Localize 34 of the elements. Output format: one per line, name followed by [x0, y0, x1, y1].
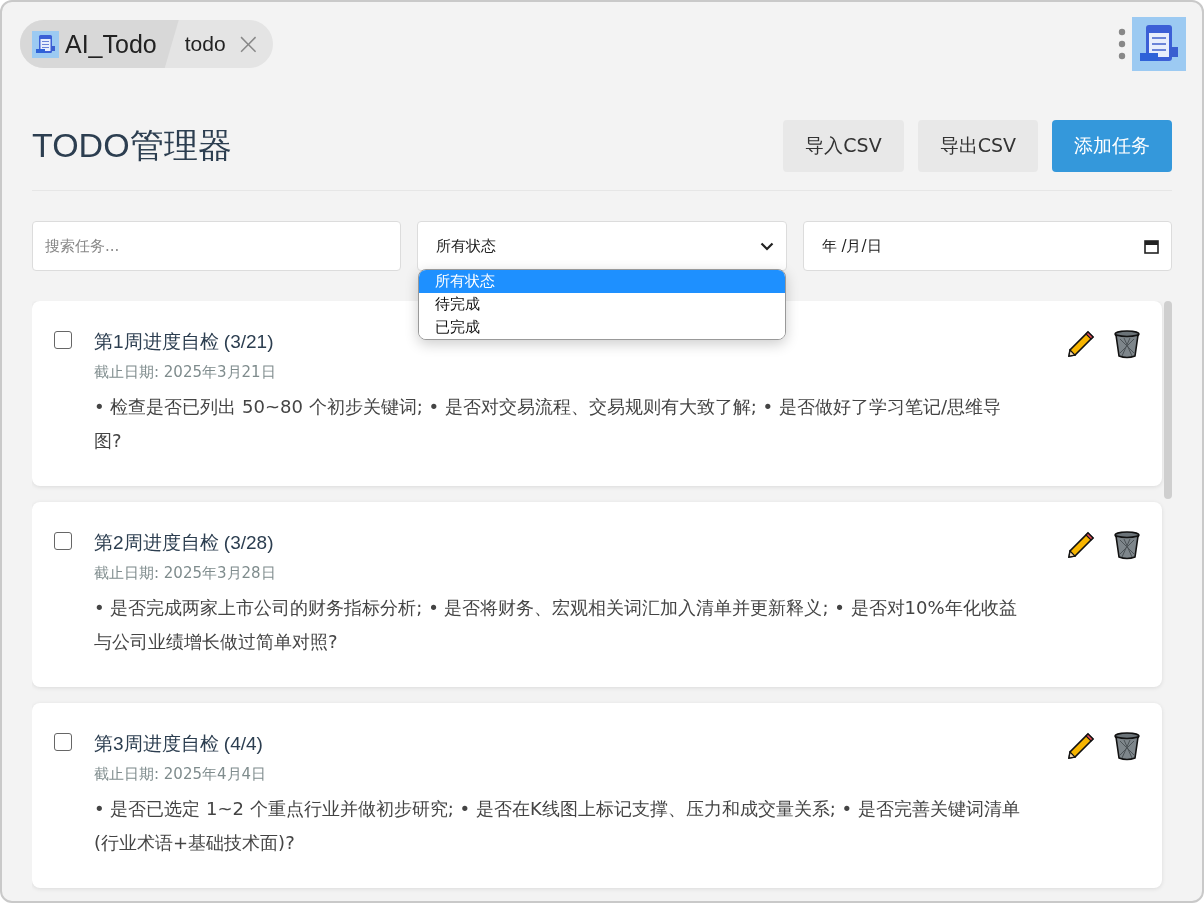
chevron-icon: [759, 241, 774, 251]
task-title: 第2周进度自检 (3/28): [94, 531, 274, 555]
page-tab[interactable]: todo ×: [178, 29, 273, 59]
due-date: 截止日期: 2025年3月28日: [94, 564, 277, 583]
more-icon[interactable]: [1118, 28, 1126, 60]
scrollbar-thumb[interactable]: [1164, 301, 1172, 499]
task-checkbox[interactable]: [54, 532, 72, 550]
task-checkbox[interactable]: [54, 733, 72, 751]
trash-icon[interactable]: [1112, 329, 1142, 359]
task-description: • 检查是否已列出 50~80 个初步关键词; • 是否对交易流程、交易规则有大致了解; • 是否做好了学习笔记/思维导图?: [94, 395, 1002, 453]
due-date: 截止日期: 2025年4月4日: [94, 765, 268, 784]
task-description: • 是否完成两家上市公司的财务指标分析; • 是否将财务、宏观相关词汇加入清单并更新释义; • 是否对10%年化收益与公司业绩增长做过简单对照?: [94, 596, 1018, 654]
date-field[interactable]: 年 /月/日: [802, 221, 1172, 271]
app-icon: [1132, 17, 1186, 71]
dropdown-option[interactable]: 已完成: [419, 316, 785, 339]
csv-button[interactable]: 导出CSV: [917, 120, 1038, 172]
csv-button[interactable]: 导入CSV: [783, 120, 904, 172]
page-title: TODO管理器: [32, 125, 232, 166]
due-date: 截止日期: 2025年3月21日: [94, 363, 277, 382]
pencil-icon[interactable]: [1066, 530, 1096, 560]
task-checkbox[interactable]: [54, 331, 72, 349]
task-title: 第3周进度自检 (4/4): [94, 732, 263, 756]
search-field[interactable]: 搜索任务...: [32, 221, 402, 271]
app-tab[interactable]: AI_Todo: [20, 20, 179, 68]
task-title: 第1周进度自检 (3/21): [94, 330, 274, 354]
trash-icon[interactable]: [1112, 530, 1142, 560]
dropdown-option[interactable]: 待完成: [419, 293, 785, 316]
pencil-icon[interactable]: [1066, 329, 1096, 359]
pencil-icon[interactable]: [1066, 731, 1096, 761]
task-description: • 是否已选定 1~2 个重点行业并做初步研究; • 是否在K线图上标记支撑、压力和成交量关系; • 是否完善关键词清单(行业术语+基础技术面)?: [94, 797, 1021, 855]
status-select[interactable]: 所有状态: [417, 221, 787, 271]
trash-icon[interactable]: [1112, 731, 1142, 761]
app-icon: [32, 30, 59, 58]
calendar-icon[interactable]: [1144, 238, 1159, 254]
